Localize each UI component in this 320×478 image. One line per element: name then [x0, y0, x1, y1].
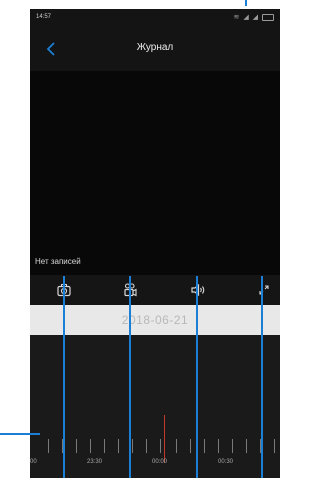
callout-marker	[245, 0, 247, 6]
timeline-label: 00:30	[218, 459, 234, 465]
playback-controls	[30, 275, 280, 305]
status-icons: ≋ ◢ ◢	[233, 13, 274, 21]
date-selector[interactable]: 2018-06-21	[30, 305, 280, 335]
status-time: 14:57	[36, 14, 52, 20]
expand-icon[interactable]	[256, 282, 272, 298]
signal-icon: ◢	[243, 14, 250, 21]
current-date: 2018-06-21	[121, 313, 189, 327]
timeline-label: 00:00	[152, 459, 168, 465]
speaker-icon[interactable]	[190, 282, 206, 298]
timeline-label: 23:30	[87, 459, 103, 465]
page-title: Журнал	[136, 42, 174, 53]
callout-line	[0, 433, 40, 435]
timeline-label: 00	[30, 459, 37, 465]
callout-line	[129, 276, 131, 478]
video-player[interactable]: Нет записей	[30, 71, 280, 275]
no-records-message: Нет записей	[35, 257, 81, 266]
status-bar: 14:57 ≋ ◢ ◢	[30, 9, 280, 25]
timeline-labels: 00 23:30 00:00 00:30	[30, 335, 280, 478]
wifi-icon: ≋	[233, 14, 241, 21]
callout-line	[196, 276, 198, 478]
signal-icon: ◢	[252, 14, 260, 21]
callout-line	[63, 276, 65, 478]
callout-line	[261, 276, 263, 478]
timeline[interactable]: 00 23:30 00:00 00:30	[30, 335, 280, 478]
app-screen: 14:57 ≋ ◢ ◢ Журнал Нет записей 2018-06-2…	[30, 9, 280, 478]
battery-icon	[262, 13, 274, 21]
header: Журнал	[30, 25, 280, 71]
